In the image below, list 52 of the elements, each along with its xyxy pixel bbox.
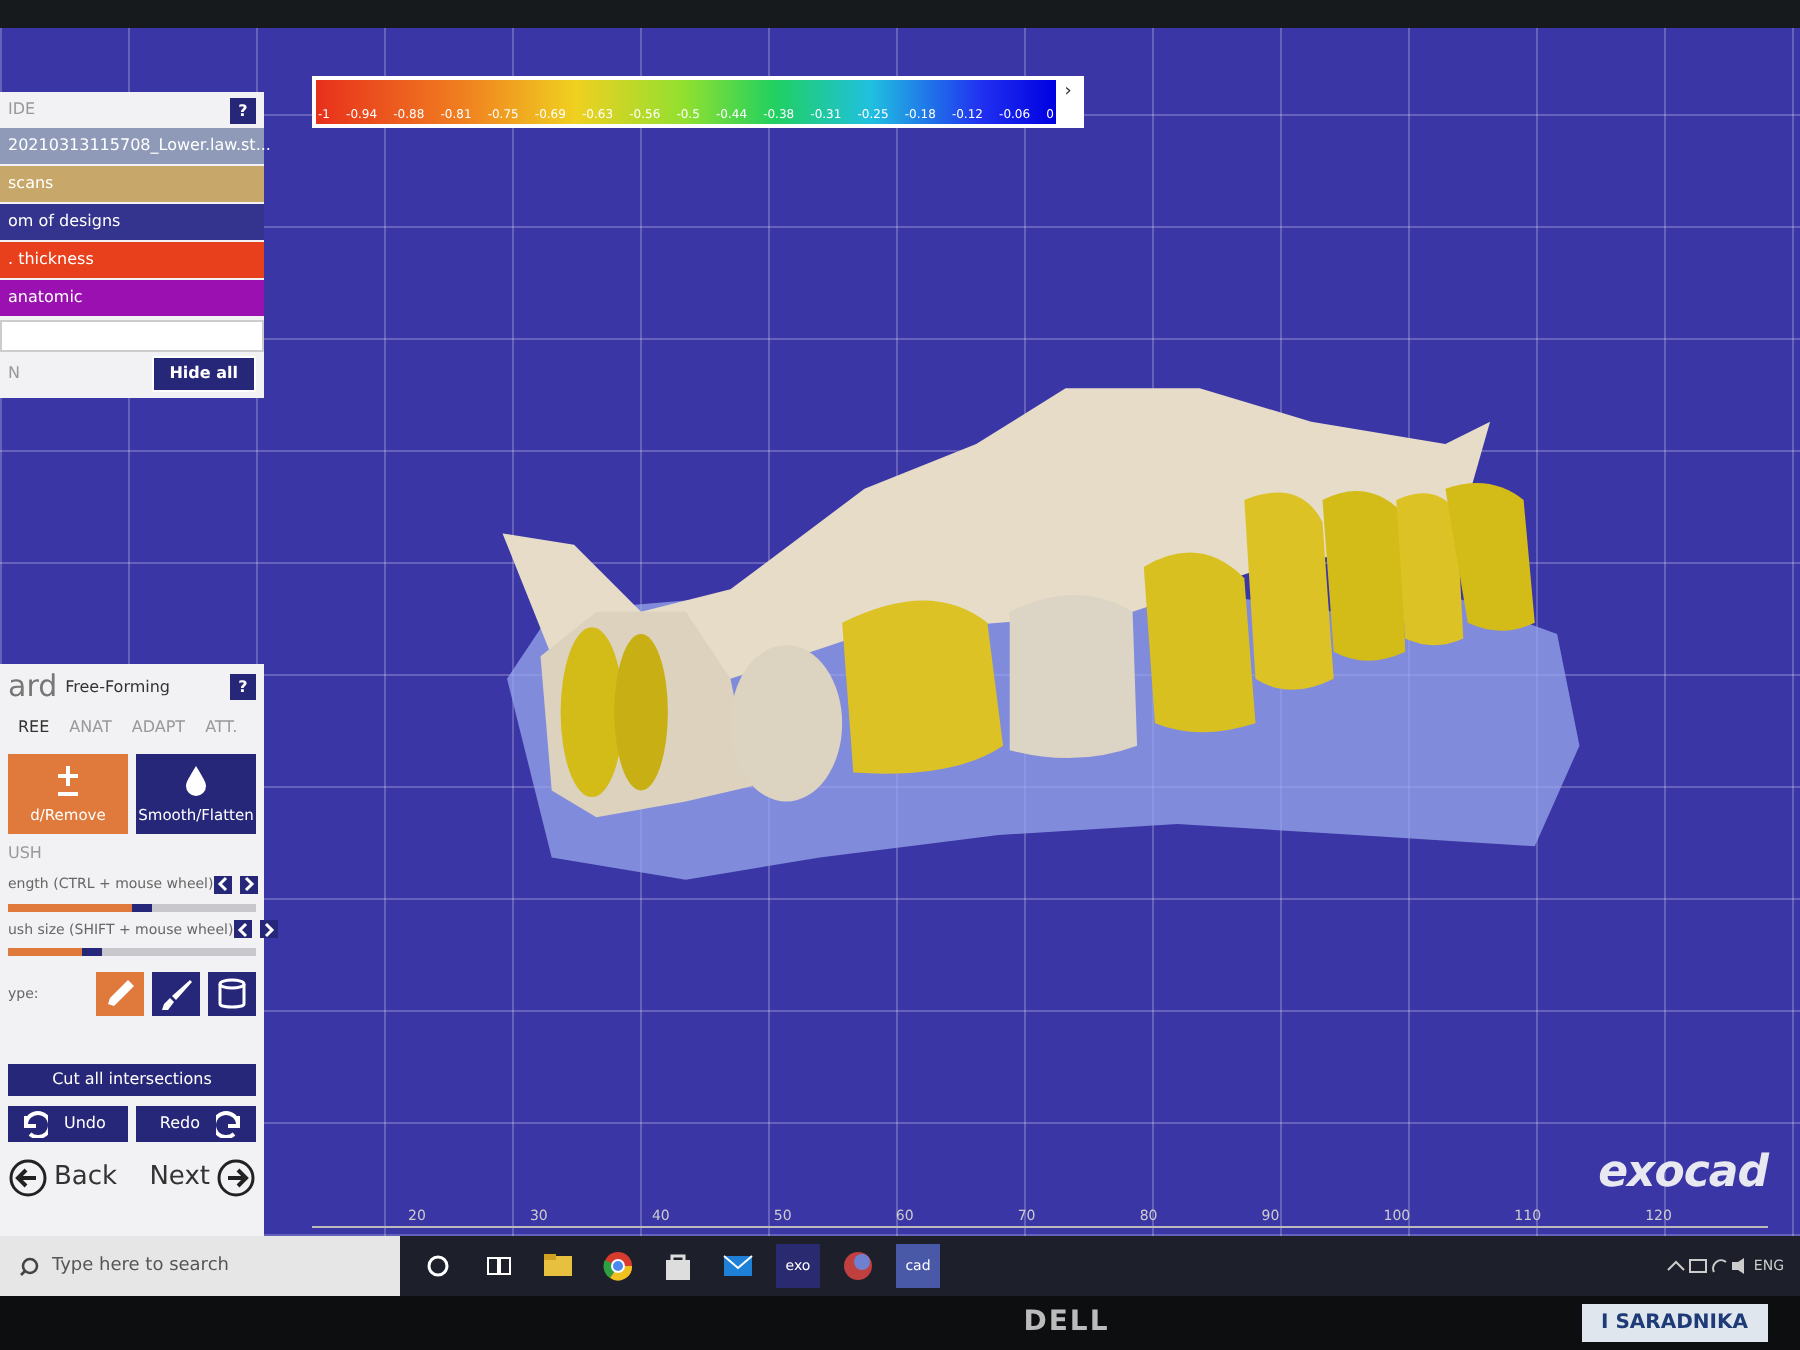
circle-icon [426,1254,450,1278]
cut-intersections-button[interactable]: Cut all intersections [8,1064,256,1096]
slider-track[interactable] [8,948,256,956]
increase-button[interactable] [259,920,278,939]
search-field[interactable]: Type here to search [0,1236,400,1296]
chevron-left-icon [235,921,250,938]
brush-type-button[interactable] [152,972,200,1016]
cylinder-icon [214,976,250,1012]
next-button[interactable]: Next [149,1158,256,1198]
brush-type-button[interactable] [208,972,256,1016]
chevron-right-icon [241,876,256,893]
tab[interactable]: REE [8,710,60,746]
arrow-right-icon [216,1158,256,1198]
browser-icon [602,1250,634,1282]
wizard-title: ard [8,672,58,702]
logo-text: exocad [1598,1145,1768,1201]
next-arrow[interactable]: › [1056,80,1080,124]
panel-header: IDE [6,98,38,122]
panel-label: N [6,362,22,386]
brand-logo: DELL [1023,1304,1110,1342]
undo-button[interactable]: Undo [8,1106,129,1142]
sphere-icon [842,1250,874,1282]
envelope-icon [722,1250,754,1282]
system-tray-icons [1665,1258,1746,1274]
slider-thumb[interactable] [82,948,103,956]
decrease-button[interactable] [213,875,232,894]
undo-icon [20,1110,48,1138]
layer-item[interactable]: om of designs [0,204,264,240]
search-icon [20,1256,40,1276]
help-button[interactable]: ? [230,674,256,700]
section-label: USH [8,842,44,866]
help-button[interactable]: ? [230,97,256,123]
chevron-right-icon [261,921,276,938]
paper-sign: I SARADNIKA [1581,1304,1768,1342]
redo-button[interactable]: Redo [136,1106,256,1142]
shopping-bag-icon [662,1250,694,1282]
layer-item[interactable]: anatomic [0,280,264,316]
folder-icon [542,1250,574,1282]
slider-track[interactable] [8,903,256,911]
decrease-button[interactable] [233,920,252,939]
redo-icon [216,1110,244,1138]
chevron-left-icon [215,876,230,893]
wizard-subtitle: Free-Forming [65,675,173,699]
back-button[interactable]: Back [8,1158,118,1198]
hide-all-button[interactable]: Hide all [151,356,256,392]
slider-thumb[interactable] [132,903,152,911]
brush-icon [158,976,194,1012]
paint-brush-icon [102,976,138,1012]
windows-icon [485,1254,511,1278]
layer-item[interactable]: . thickness [0,242,264,278]
increase-button[interactable] [239,875,258,894]
arrow-left-icon [8,1158,48,1198]
